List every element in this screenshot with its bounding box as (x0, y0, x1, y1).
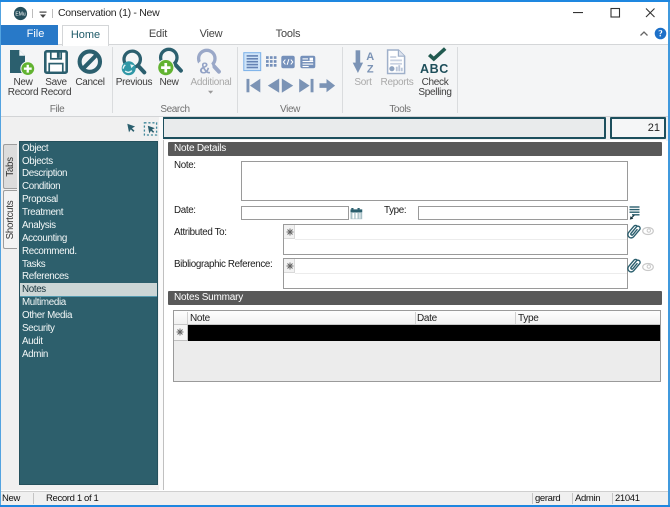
svg-text:&: & (199, 60, 210, 77)
svg-text:EMu: EMu (15, 12, 26, 18)
svg-text:ABC: ABC (420, 62, 449, 76)
svg-text:Z: Z (367, 63, 374, 75)
svg-text:?: ? (658, 29, 663, 39)
svg-text:A: A (366, 51, 374, 63)
